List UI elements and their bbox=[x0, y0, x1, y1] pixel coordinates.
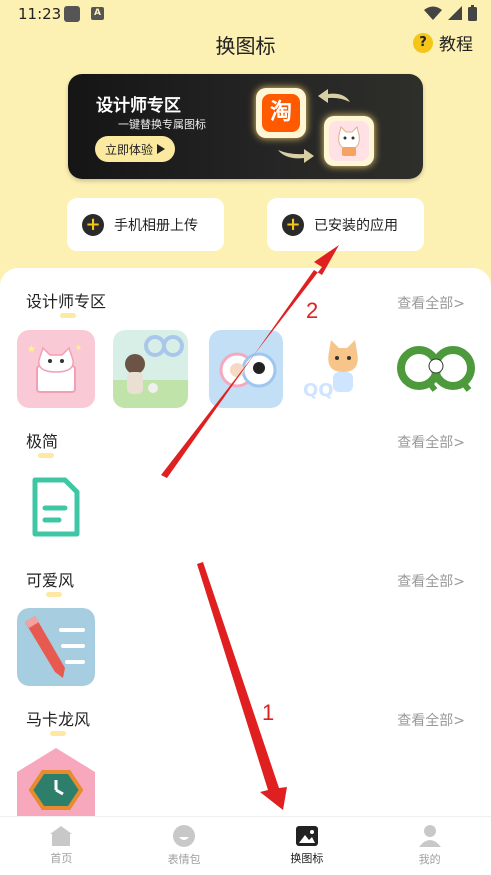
home-icon bbox=[50, 826, 73, 846]
play-icon bbox=[157, 144, 166, 154]
banner-subtitle: 一键替换专属图标 bbox=[118, 118, 206, 131]
designer-icon-bamboo-qq[interactable] bbox=[397, 330, 475, 408]
designer-banner[interactable]: 设计师专区 一键替换专属图标 立即体验 淘 bbox=[68, 74, 423, 179]
arrow-left-icon bbox=[318, 89, 350, 103]
plus-icon: + bbox=[282, 213, 304, 236]
cat-icon-preview bbox=[324, 116, 374, 166]
annotation-number-2: 2 bbox=[306, 298, 319, 323]
tutorial-button[interactable]: ? 教程 bbox=[413, 30, 473, 55]
status-bar: 11:23 A bbox=[0, 0, 491, 28]
plus-icon: + bbox=[82, 213, 104, 236]
tab-change-icon[interactable]: 换图标 bbox=[246, 817, 369, 875]
tab-emoji[interactable]: 表情包 bbox=[123, 817, 246, 875]
macaron-icon-clock[interactable] bbox=[17, 748, 95, 816]
designer-icon-cat-box[interactable]: ★ ★ bbox=[17, 330, 95, 408]
installed-apps-button[interactable]: + 已安装的应用 bbox=[267, 198, 424, 251]
emoji-icon bbox=[173, 825, 196, 847]
section-title-minimal: 极简 bbox=[26, 428, 58, 458]
signal-icon bbox=[448, 6, 462, 20]
bottom-tab-bar: 首页 表情包 换图标 我的 bbox=[0, 816, 491, 875]
person-icon bbox=[418, 825, 441, 847]
help-icon: ? bbox=[413, 32, 433, 53]
view-all-designer-link[interactable]: 查看全部> bbox=[397, 293, 465, 313]
try-now-label: 立即体验 bbox=[105, 142, 154, 157]
cute-icon-pencil[interactable] bbox=[17, 608, 95, 686]
minimal-icon-document[interactable] bbox=[17, 468, 95, 546]
view-all-cute-link[interactable]: 查看全部> bbox=[397, 571, 465, 591]
section-title-macaron: 马卡龙风 bbox=[26, 706, 90, 736]
cat-icon bbox=[329, 121, 369, 161]
taobao-app-icon: 淘 bbox=[256, 88, 306, 138]
tab-home[interactable]: 首页 bbox=[0, 817, 123, 875]
section-title-cute: 可爱风 bbox=[26, 567, 74, 597]
arrow-right-icon bbox=[278, 149, 314, 163]
title-bar: 换图标 ? 教程 bbox=[0, 28, 491, 58]
section-title-designer: 设计师专区 bbox=[26, 288, 106, 318]
icon-category-panel: 设计师专区 查看全部> ★ ★ QQ 极简 查看全部> 可爱风 查看全部> 马卡… bbox=[0, 268, 491, 816]
upload-from-gallery-button[interactable]: + 手机相册上传 bbox=[67, 198, 224, 251]
svg-text:QQ: QQ bbox=[303, 380, 334, 401]
app-notification-icon: A bbox=[91, 7, 104, 20]
annotation-number-1: 1 bbox=[262, 700, 275, 725]
svg-text:★: ★ bbox=[27, 344, 36, 355]
view-all-macaron-link[interactable]: 查看全部> bbox=[397, 710, 465, 730]
notification-icon bbox=[64, 6, 80, 22]
designer-icon-cat-qq[interactable]: QQ bbox=[301, 330, 379, 408]
try-now-button[interactable]: 立即体验 bbox=[95, 136, 176, 162]
view-all-minimal-link[interactable]: 查看全部> bbox=[397, 432, 465, 452]
status-time: 11:23 bbox=[18, 5, 62, 23]
image-icon bbox=[295, 826, 318, 846]
designer-icon-girl-qq[interactable] bbox=[113, 330, 188, 408]
designer-icon-bear-qq[interactable] bbox=[209, 330, 283, 408]
tutorial-label: 教程 bbox=[439, 35, 473, 55]
upload-from-gallery-label: 手机相册上传 bbox=[114, 217, 198, 234]
installed-apps-label: 已安装的应用 bbox=[314, 217, 398, 234]
banner-title: 设计师专区 bbox=[96, 96, 181, 116]
battery-icon bbox=[468, 5, 477, 21]
tab-profile[interactable]: 我的 bbox=[368, 817, 491, 875]
taobao-logo: 淘 bbox=[262, 94, 300, 132]
svg-text:★: ★ bbox=[75, 343, 82, 352]
wifi-icon bbox=[424, 6, 442, 20]
